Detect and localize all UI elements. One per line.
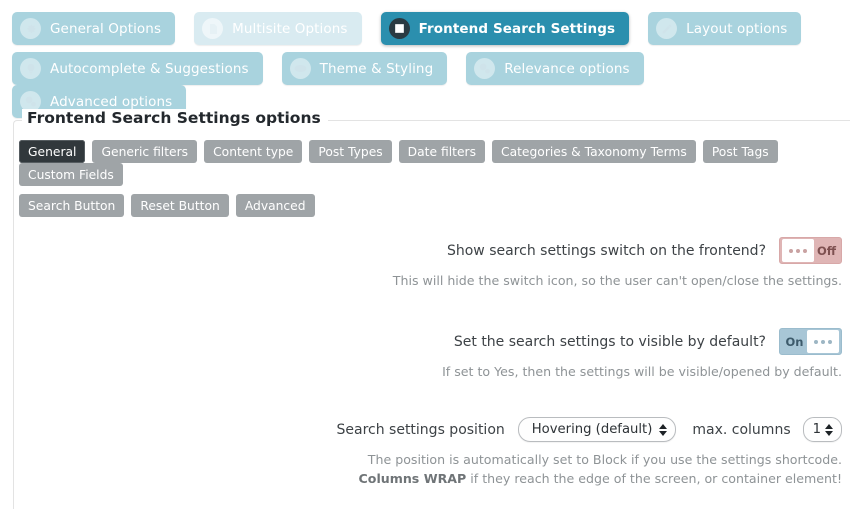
main-tab-theme-styling[interactable]: Theme & Styling	[281, 52, 448, 85]
sub-tab-general[interactable]: General	[19, 140, 86, 163]
toggle-knob	[782, 239, 814, 262]
setting-row-visible-by-default: Set the search settings to visible by de…	[14, 328, 842, 355]
main-tab-label: Multisite Options	[232, 20, 348, 37]
document-icon	[202, 18, 224, 39]
main-tab-general-options[interactable]: General Options	[12, 12, 176, 45]
select-value: 1	[812, 422, 821, 437]
setting-help-show-switch: This will hide the switch icon, so the u…	[392, 273, 842, 288]
chevron-updown-icon	[825, 423, 833, 436]
visible-by-default-toggle[interactable]: On	[779, 328, 842, 355]
frontend-search-settings-page: General Options Multisite Options Fronte…	[0, 0, 850, 509]
sub-tab-categories-taxonomy-terms[interactable]: Categories & Taxonomy Terms	[491, 140, 696, 163]
cogs-icon	[474, 58, 496, 79]
page-title: Frontend Search Settings options	[22, 109, 328, 127]
sub-tab-reset-button[interactable]: Reset Button	[131, 194, 229, 217]
setting-row-show-switch: Show search settings switch on the front…	[14, 237, 842, 264]
setting-label: Set the search settings to visible by de…	[453, 333, 766, 350]
gear-icon	[20, 18, 41, 39]
main-tab-label: Advanced options	[50, 93, 173, 110]
show-search-settings-switch-toggle[interactable]: Off	[779, 237, 842, 264]
main-tab-label: General Options	[50, 20, 162, 37]
max-columns-select[interactable]: 1	[802, 417, 842, 442]
columns-wrap-emphasis: Columns WRAP	[358, 471, 467, 486]
window-icon	[388, 18, 410, 39]
setting-label: Show search settings switch on the front…	[446, 242, 766, 259]
setting-help-position-line2: Columns WRAP if they reach the edge of t…	[359, 471, 842, 486]
lightbulb-icon	[20, 58, 41, 79]
main-tab-label: Layout options	[686, 20, 788, 37]
main-tab-bar-row-2: Autocomplete & Suggestions Theme & Styli…	[0, 45, 850, 118]
settings-fieldset: Frontend Search Settings options General…	[13, 109, 850, 509]
chevron-updown-icon	[659, 423, 668, 436]
sub-tab-content-type[interactable]: Content type	[204, 140, 303, 163]
sub-tab-generic-filters[interactable]: Generic filters	[92, 140, 198, 163]
max-columns-label: max. columns	[692, 421, 791, 438]
toggle-knob	[807, 330, 839, 353]
setting-help-position-line1: The position is automatically set to Blo…	[367, 452, 842, 467]
pencil-icon	[656, 18, 678, 39]
sub-tab-date-filters[interactable]: Date filters	[398, 140, 485, 163]
main-tab-label: Frontend Search Settings	[418, 20, 616, 37]
setting-help-visible-by-default: If set to Yes, then the settings will be…	[442, 364, 842, 379]
search-settings-position-select[interactable]: Hovering (default)	[517, 417, 677, 442]
main-tab-layout-options[interactable]: Layout options	[648, 12, 802, 45]
main-tab-label: Theme & Styling	[319, 60, 434, 77]
sub-tab-bar-row-1: General Generic filters Content type Pos…	[14, 121, 850, 186]
columns-wrap-rest: if they reach the edge of the screen, or…	[466, 471, 842, 486]
select-value: Hovering (default)	[531, 422, 653, 437]
setting-row-settings-position: Search settings position Hovering (defau…	[14, 417, 842, 442]
main-tab-multisite-options[interactable]: Multisite Options	[194, 12, 362, 45]
sub-tab-custom-fields[interactable]: Custom Fields	[19, 163, 123, 186]
main-tab-label: Autocomplete & Suggestions	[50, 60, 249, 77]
main-tab-autocomplete-suggestions[interactable]: Autocomplete & Suggestions	[12, 52, 263, 85]
toggle-state-label: On	[785, 334, 804, 349]
sub-tab-advanced[interactable]: Advanced	[235, 194, 315, 217]
toggle-state-label: Off	[816, 243, 837, 258]
setting-label: Search settings position	[336, 421, 505, 438]
main-tab-label: Relevance options	[504, 60, 630, 77]
sub-tab-post-tags[interactable]: Post Tags	[702, 140, 778, 163]
sub-tab-post-types[interactable]: Post Types	[309, 140, 392, 163]
main-tab-bar-row-1: General Options Multisite Options Fronte…	[0, 0, 850, 45]
main-tab-frontend-search-settings[interactable]: Frontend Search Settings	[380, 12, 630, 45]
sub-tab-bar-row-2: Search Button Reset Button Advanced	[14, 186, 850, 217]
sub-tab-search-button[interactable]: Search Button	[19, 194, 125, 217]
main-tab-relevance-options[interactable]: Relevance options	[466, 52, 644, 85]
eye-icon	[289, 58, 311, 79]
